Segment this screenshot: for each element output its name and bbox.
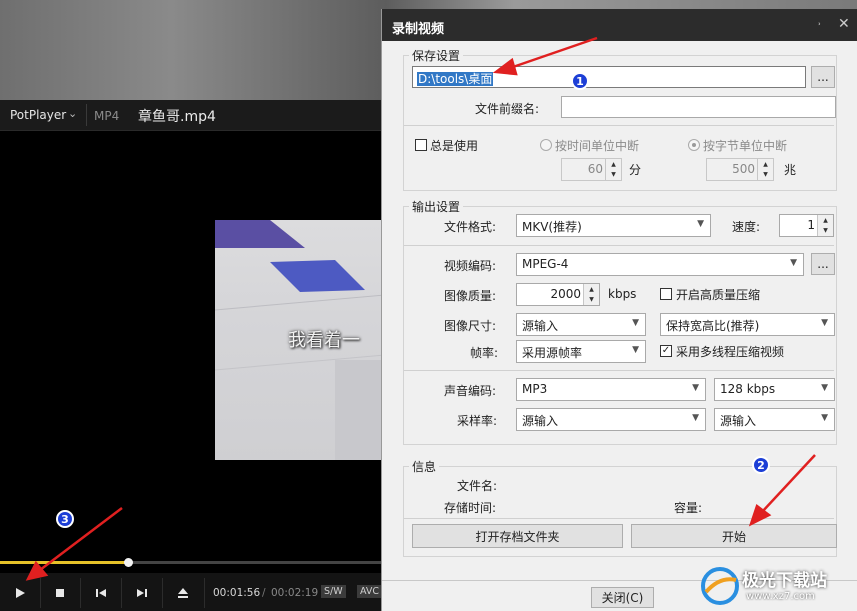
watermark-logo-icon xyxy=(701,567,739,605)
watermark: 极光下载站 www.xz7.com xyxy=(690,560,857,611)
step-1-badge: 1 xyxy=(571,72,589,90)
step-3-badge: 3 xyxy=(56,510,74,528)
annotation-arrows xyxy=(25,36,816,581)
watermark-url: www.xz7.com xyxy=(746,591,815,602)
watermark-name: 极光下载站 xyxy=(742,571,827,591)
step-2-badge: 2 xyxy=(752,456,770,474)
